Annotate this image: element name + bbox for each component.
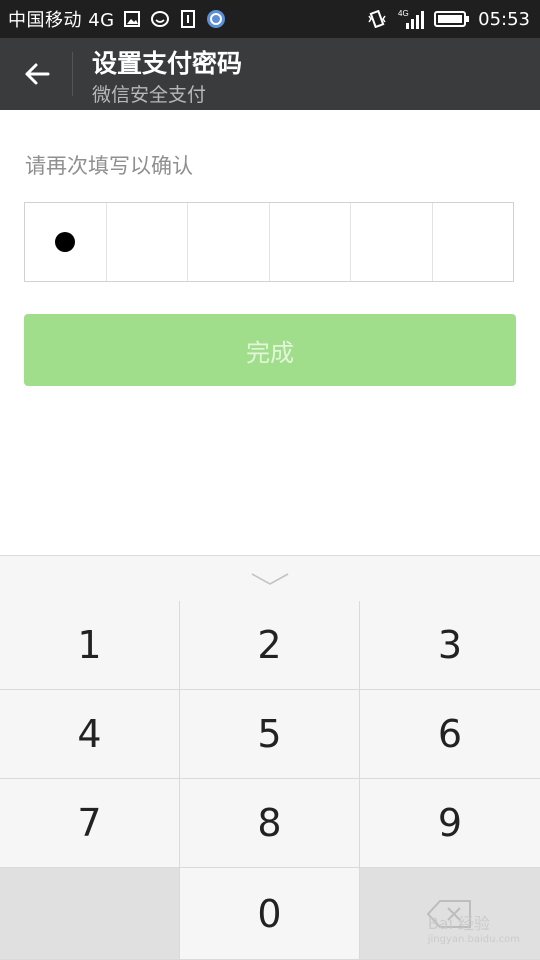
key-9[interactable]: 9 bbox=[360, 779, 540, 868]
image-icon bbox=[121, 8, 143, 30]
key-8[interactable]: 8 bbox=[180, 779, 360, 868]
key-6[interactable]: 6 bbox=[360, 690, 540, 779]
sim-icon bbox=[177, 8, 199, 30]
carrier-text: 中国移动 4G bbox=[8, 10, 115, 31]
pin-cell bbox=[107, 203, 188, 281]
pin-cell bbox=[351, 203, 433, 281]
page-subtitle: 微信安全支付 bbox=[92, 84, 207, 106]
arrow-left-icon bbox=[25, 63, 50, 85]
watermark-url: jingyan.baidu.com bbox=[427, 934, 520, 945]
key-0[interactable]: 0 bbox=[180, 868, 360, 960]
numeric-keypad: 123 456 7890 bbox=[0, 601, 540, 960]
app-notification-icon bbox=[205, 8, 227, 30]
status-left: 中国移动 4G bbox=[0, 6, 227, 32]
keyboard-collapse-bar[interactable] bbox=[0, 555, 540, 601]
status-bar: 中国移动 4G 4G 05:53 bbox=[0, 0, 540, 38]
signal-icon: 4G bbox=[396, 8, 426, 30]
chevron-down-icon bbox=[251, 572, 289, 585]
pin-cell bbox=[25, 203, 107, 281]
watermark-text: Bai 经验 bbox=[427, 914, 491, 933]
pin-dot bbox=[55, 232, 76, 252]
screen: 中国移动 4G 4G 05:53 设置支付密码 微信安全支付 请再次填写以确认 … bbox=[0, 0, 540, 960]
pin-cell bbox=[270, 203, 351, 281]
vibrate-icon bbox=[366, 8, 388, 30]
app-bar: 设置支付密码 微信安全支付 bbox=[0, 38, 540, 110]
clock: 05:53 bbox=[478, 8, 530, 30]
pin-input[interactable] bbox=[24, 202, 514, 282]
pin-cell bbox=[188, 203, 270, 281]
appbar-divider bbox=[72, 52, 73, 96]
key-7[interactable]: 7 bbox=[0, 779, 180, 868]
key-4[interactable]: 4 bbox=[0, 690, 180, 779]
status-right: 4G 05:53 bbox=[366, 8, 540, 30]
done-button[interactable]: 完成 bbox=[24, 314, 516, 386]
pin-cell bbox=[433, 203, 514, 281]
network-badge: 4G bbox=[398, 9, 409, 18]
battery-icon bbox=[434, 8, 470, 30]
page-title: 设置支付密码 bbox=[92, 49, 243, 78]
face-icon bbox=[149, 8, 171, 30]
key-3[interactable]: 3 bbox=[360, 601, 540, 690]
key-blank bbox=[0, 868, 180, 960]
key-1[interactable]: 1 bbox=[0, 601, 180, 690]
back-button[interactable] bbox=[10, 48, 64, 100]
key-5[interactable]: 5 bbox=[180, 690, 360, 779]
watermark: Bai 经验 jingyan.baidu.com bbox=[428, 910, 520, 945]
confirm-prompt: 请再次填写以确认 bbox=[25, 154, 193, 178]
key-2[interactable]: 2 bbox=[180, 601, 360, 690]
